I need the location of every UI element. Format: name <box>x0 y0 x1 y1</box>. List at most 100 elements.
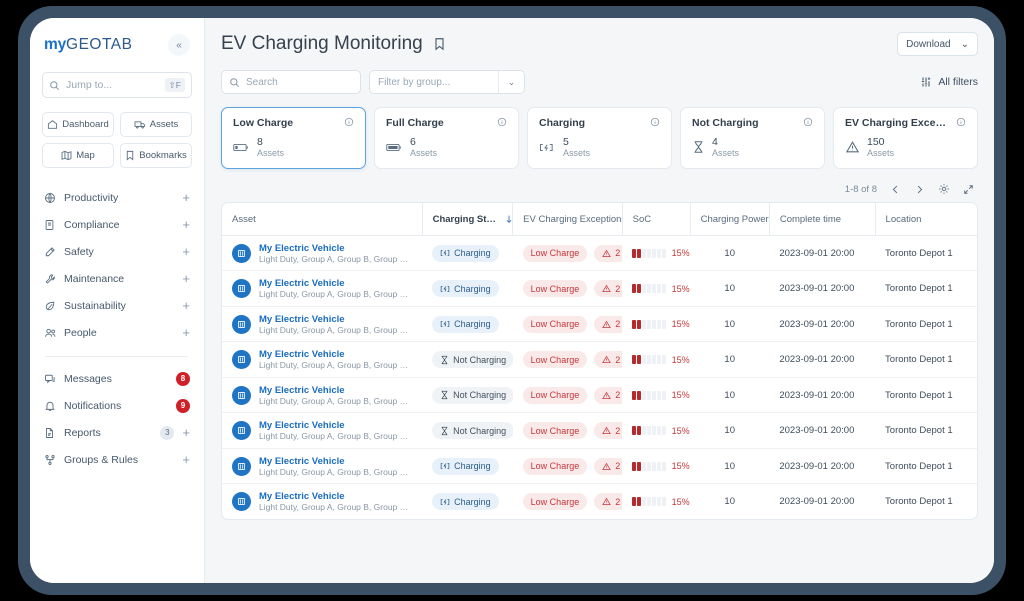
leaf-icon <box>44 300 64 312</box>
bookmark-icon[interactable] <box>433 37 446 51</box>
asset-name-link[interactable]: My Electric Vehicle <box>259 243 412 254</box>
asset-name-link[interactable]: My Electric Vehicle <box>259 314 412 325</box>
all-filters-button[interactable]: All filters <box>920 76 978 88</box>
charging-status-badge: Not Charging <box>432 387 513 404</box>
brand-logo[interactable]: myGEOTAB <box>44 36 132 54</box>
expand-plus-icon[interactable]: + <box>182 326 190 339</box>
kpi-card-top: Charging <box>539 117 660 129</box>
quick-link-map[interactable]: Map <box>42 143 114 168</box>
info-icon[interactable] <box>344 117 354 127</box>
sidebar-item-compliance[interactable]: Compliance + <box>44 211 190 238</box>
info-icon[interactable] <box>803 117 813 127</box>
cell-asset: My Electric VehicleLight Duty, Group A, … <box>222 235 422 271</box>
gear-icon[interactable] <box>938 183 950 195</box>
quick-link-bookmarks[interactable]: Bookmarks <box>120 143 192 168</box>
chevron-left-icon[interactable] <box>890 184 901 195</box>
kpi-card-value: 4 <box>712 136 739 148</box>
sidebar-item-reports[interactable]: Reports 3 + <box>44 419 190 446</box>
soc-segment <box>652 426 656 435</box>
soc-segment <box>662 284 666 293</box>
chevron-down-icon[interactable]: ⌄ <box>498 71 524 93</box>
column-header-ev-charging-exceptions[interactable]: EV Charging Exceptions <box>513 203 622 235</box>
asset-name-link[interactable]: My Electric Vehicle <box>259 385 412 396</box>
kpi-card-low-charge[interactable]: Low Charge 8 Assets <box>221 107 366 169</box>
asset-name-link[interactable]: My Electric Vehicle <box>259 491 412 502</box>
search-input[interactable]: Search <box>221 70 361 94</box>
asset-name-link[interactable]: My Electric Vehicle <box>259 349 412 360</box>
exception-badge-more[interactable]: 2 more <box>594 422 622 439</box>
column-header-label: Charging Power… <box>701 214 770 225</box>
column-header-complete-time[interactable]: Complete time <box>769 203 875 235</box>
sidebar-item-sustainability[interactable]: Sustainability + <box>44 292 190 319</box>
jump-to-search[interactable]: Jump to... ⇧F <box>42 72 192 98</box>
quick-link-dashboard[interactable]: Dashboard <box>42 112 114 137</box>
kpi-card-unit: Assets <box>867 148 894 158</box>
group-filter[interactable]: Filter by group... ⌄ <box>369 70 525 94</box>
expand-plus-icon[interactable]: + <box>182 191 190 204</box>
exception-badge-more[interactable]: 2 more <box>594 316 622 333</box>
sidebar-item-productivity[interactable]: Productivity + <box>44 184 190 211</box>
sidebar-item-notifications[interactable]: Notifications 9 <box>44 392 190 419</box>
asset-name-link[interactable]: My Electric Vehicle <box>259 456 412 467</box>
exception-badge-more[interactable]: 2 more <box>594 458 622 475</box>
exception-badge-more[interactable]: 2 more <box>594 245 622 262</box>
info-icon[interactable] <box>650 117 660 127</box>
kpi-card-title: Low Charge <box>233 117 293 129</box>
download-button[interactable]: Download ⌄ <box>897 32 978 56</box>
table-row[interactable]: My Electric VehicleLight Duty, Group A, … <box>222 342 977 378</box>
kpi-card-not-charging[interactable]: Not Charging 4 Assets <box>680 107 825 169</box>
kpi-card-full-charge[interactable]: Full Charge 6 Assets <box>374 107 519 169</box>
sidebar-item-maintenance[interactable]: Maintenance + <box>44 265 190 292</box>
exception-badge-primary: Low Charge <box>523 351 588 368</box>
expand-plus-icon[interactable]: + <box>182 426 190 439</box>
kpi-card-charging[interactable]: Charging 5 Assets <box>527 107 672 169</box>
expand-icon[interactable] <box>963 184 974 195</box>
info-icon[interactable] <box>497 117 507 127</box>
table-row[interactable]: My Electric VehicleLight Duty, Group A, … <box>222 448 977 484</box>
info-icon[interactable] <box>956 117 966 127</box>
table-row[interactable]: My Electric VehicleLight Duty, Group A, … <box>222 271 977 307</box>
exception-badge-more[interactable]: 2 more <box>594 493 622 510</box>
soc-cell: 15% <box>632 497 680 507</box>
sidebar-collapse-button[interactable]: « <box>168 34 190 56</box>
soc-segment <box>632 249 636 258</box>
asset-name-link[interactable]: My Electric Vehicle <box>259 420 412 431</box>
sidebar-item-groups-rules[interactable]: Groups & Rules + <box>44 446 190 473</box>
expand-plus-icon[interactable]: + <box>182 453 190 466</box>
expand-plus-icon[interactable]: + <box>182 272 190 285</box>
table-row[interactable]: My Electric VehicleLight Duty, Group A, … <box>222 306 977 342</box>
quick-link-assets[interactable]: Assets <box>120 112 192 137</box>
ev-asset-icon <box>232 350 251 369</box>
expand-plus-icon[interactable]: + <box>182 245 190 258</box>
charging-status-label: Not Charging <box>453 355 506 365</box>
table-row[interactable]: My Electric VehicleLight Duty, Group A, … <box>222 235 977 271</box>
soc-segment <box>632 320 636 329</box>
column-header-soc[interactable]: SoC <box>622 203 690 235</box>
exception-badge-more[interactable]: 2 more <box>594 387 622 404</box>
warning-icon <box>602 320 611 329</box>
table-row[interactable]: My Electric VehicleLight Duty, Group A, … <box>222 413 977 449</box>
search-icon <box>49 80 60 91</box>
expand-plus-icon[interactable]: + <box>182 218 190 231</box>
cell-asset: My Electric VehicleLight Duty, Group A, … <box>222 342 422 378</box>
table-row[interactable]: My Electric VehicleLight Duty, Group A, … <box>222 377 977 413</box>
chevron-right-icon[interactable] <box>914 184 925 195</box>
column-header-charging-status[interactable]: Charging St… <box>422 203 513 235</box>
column-header-location[interactable]: Location <box>875 203 977 235</box>
soc-segment <box>657 391 661 400</box>
column-header-asset[interactable]: Asset <box>222 203 422 235</box>
asset-name-link[interactable]: My Electric Vehicle <box>259 278 412 289</box>
sidebar-item-messages[interactable]: Messages 8 <box>44 365 190 392</box>
table-row[interactable]: My Electric VehicleLight Duty, Group A, … <box>222 484 977 520</box>
exception-badge-more[interactable]: 2 more <box>594 351 622 368</box>
expand-plus-icon[interactable]: + <box>182 299 190 312</box>
quick-link-label: Bookmarks <box>139 150 187 161</box>
soc-segment <box>652 497 656 506</box>
sidebar-item-safety[interactable]: Safety + <box>44 238 190 265</box>
sidebar-item-people[interactable]: People + <box>44 319 190 346</box>
exception-badge-more[interactable]: 2 more <box>594 280 622 297</box>
cell-location: Toronto Depot 1 <box>875 448 977 484</box>
kpi-card-ev-charging-exceptions[interactable]: EV Charging Except… 150 Assets <box>833 107 978 169</box>
brand-logo-geotab: GEOTAB <box>66 36 132 53</box>
column-header-charging-power[interactable]: Charging Power… <box>690 203 769 235</box>
